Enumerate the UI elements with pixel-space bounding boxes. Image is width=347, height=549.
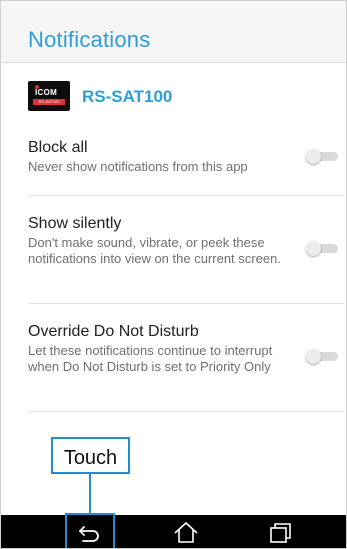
phone-screen: Notifications ICOM RS-SAT100 RS-SAT100 B… — [0, 0, 347, 549]
pref-title: Block all — [28, 139, 88, 156]
recents-button[interactable] — [267, 521, 295, 545]
home-button[interactable] — [172, 521, 200, 545]
show-silently-toggle[interactable] — [306, 241, 340, 256]
app-header: ICOM RS-SAT100 RS-SAT100 — [1, 64, 346, 124]
title-bar: Notifications — [1, 1, 346, 63]
pref-show-silently[interactable]: Show silently Don't make sound, vibrate,… — [28, 215, 346, 267]
pref-override-dnd[interactable]: Override Do Not Disturb Let these notifi… — [28, 323, 346, 375]
recents-icon — [270, 523, 291, 543]
app-name: RS-SAT100 — [82, 87, 173, 106]
pref-title: Show silently — [28, 215, 122, 232]
page-title: Notifications — [28, 27, 151, 52]
pref-summary: Don't make sound, vibrate, or peek these… — [28, 235, 281, 266]
touch-callout: Touch — [51, 437, 130, 474]
divider — [28, 195, 344, 196]
app-icon-brand: ICOM — [35, 88, 58, 97]
callout-highlight — [65, 513, 115, 548]
home-icon — [174, 522, 198, 543]
block-all-toggle[interactable] — [306, 149, 340, 164]
toggle-thumb — [306, 241, 321, 256]
navigation-bar — [1, 515, 346, 548]
override-dnd-toggle[interactable] — [306, 349, 340, 364]
callout-connector — [89, 474, 91, 515]
touch-callout-label: Touch — [63, 447, 118, 469]
divider — [28, 303, 344, 304]
pref-block-all[interactable]: Block all Never show notifications from … — [28, 139, 346, 175]
divider — [28, 411, 344, 412]
pref-summary: Never show notifications from this app — [28, 159, 248, 174]
pref-summary: Let these notifications continue to inte… — [28, 343, 273, 374]
toggle-thumb — [306, 349, 321, 364]
app-icon-subtext: RS-SAT100 — [33, 99, 65, 105]
app-icon: ICOM RS-SAT100 — [28, 81, 70, 111]
toggle-thumb — [306, 149, 321, 164]
pref-title: Override Do Not Disturb — [28, 323, 199, 340]
